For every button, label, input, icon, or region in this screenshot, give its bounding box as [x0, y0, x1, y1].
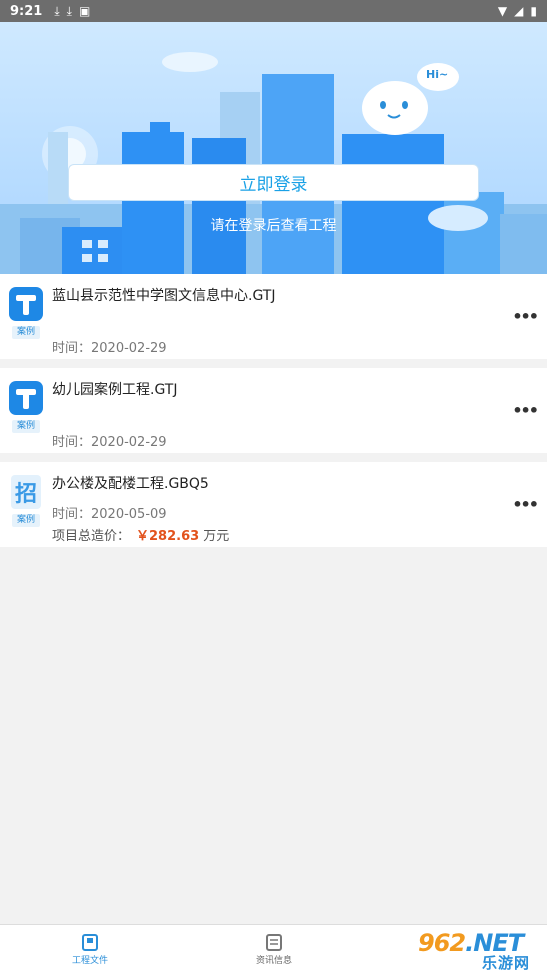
case-tag: 案例 [12, 514, 40, 527]
svg-text:招: 招 [15, 482, 37, 507]
tab-news[interactable]: 资讯信息 [194, 925, 354, 974]
hero-banner: 立即登录 请在登录后查看工程 Hi~ [0, 22, 547, 274]
watermark-logo: 962.NET 乐游网 [408, 928, 547, 974]
tab-label: 资讯信息 [255, 956, 292, 966]
download-icon: ⤓ [54, 3, 60, 18]
signal-icon: ◢ [514, 4, 524, 18]
project-time: 时间：2020-05-09 [52, 507, 167, 522]
download-icon: ⤓ [66, 3, 72, 18]
project-card[interactable]: 案例 蓝山县示范性中学图文信息中心.GTJ 时间：2020-02-29 ••• [0, 274, 547, 359]
project-time: 时间：2020-02-29 [52, 435, 167, 450]
project-title: 幼儿园案例工程.GTJ [52, 382, 178, 398]
more-options-icon[interactable]: ••• [512, 495, 539, 514]
project-time: 时间：2020-02-29 [52, 341, 167, 356]
login-button[interactable]: 立即登录 [68, 164, 479, 201]
battery-icon: ▮ [530, 4, 537, 18]
project-title: 蓝山县示范性中学图文信息中心.GTJ [52, 288, 276, 304]
login-hint: 请在登录后查看工程 [210, 218, 337, 234]
project-card[interactable]: 案例 幼儿园案例工程.GTJ 时间：2020-02-29 ••• [0, 368, 547, 453]
project-title: 办公楼及配楼工程.GBQ5 [52, 476, 209, 492]
tab-label: 工程文件 [71, 956, 108, 966]
case-tag: 案例 [12, 420, 40, 433]
wifi-icon: ▼ [497, 4, 508, 18]
more-options-icon[interactable]: ••• [512, 307, 539, 326]
news-icon [266, 934, 282, 951]
app-icon: ▣ [78, 4, 91, 18]
status-bar: 9:21 ⤓ ⤓ ▣ ▼ ◢ ▮ [0, 0, 547, 22]
watermark-text: 乐游网 [482, 954, 531, 972]
project-price: ￥282.63 [136, 529, 200, 544]
tab-project-files[interactable]: 工程文件 [10, 925, 170, 974]
project-price-row: 项目总造价： ￥282.63 万元 [52, 529, 230, 544]
speech-bubble-text: Hi~ [426, 68, 449, 81]
status-time: 9:21 [10, 3, 43, 19]
t-app-icon [9, 287, 43, 321]
project-files-icon [82, 934, 98, 951]
t-app-icon [9, 381, 43, 415]
city-illustration [0, 52, 547, 274]
more-options-icon[interactable]: ••• [512, 401, 539, 420]
zhao-doc-icon: 招 [11, 475, 41, 509]
project-card[interactable]: 招 案例 办公楼及配楼工程.GBQ5 时间：2020-05-09 项目总造价： ￥… [0, 462, 547, 547]
case-tag: 案例 [12, 326, 40, 339]
